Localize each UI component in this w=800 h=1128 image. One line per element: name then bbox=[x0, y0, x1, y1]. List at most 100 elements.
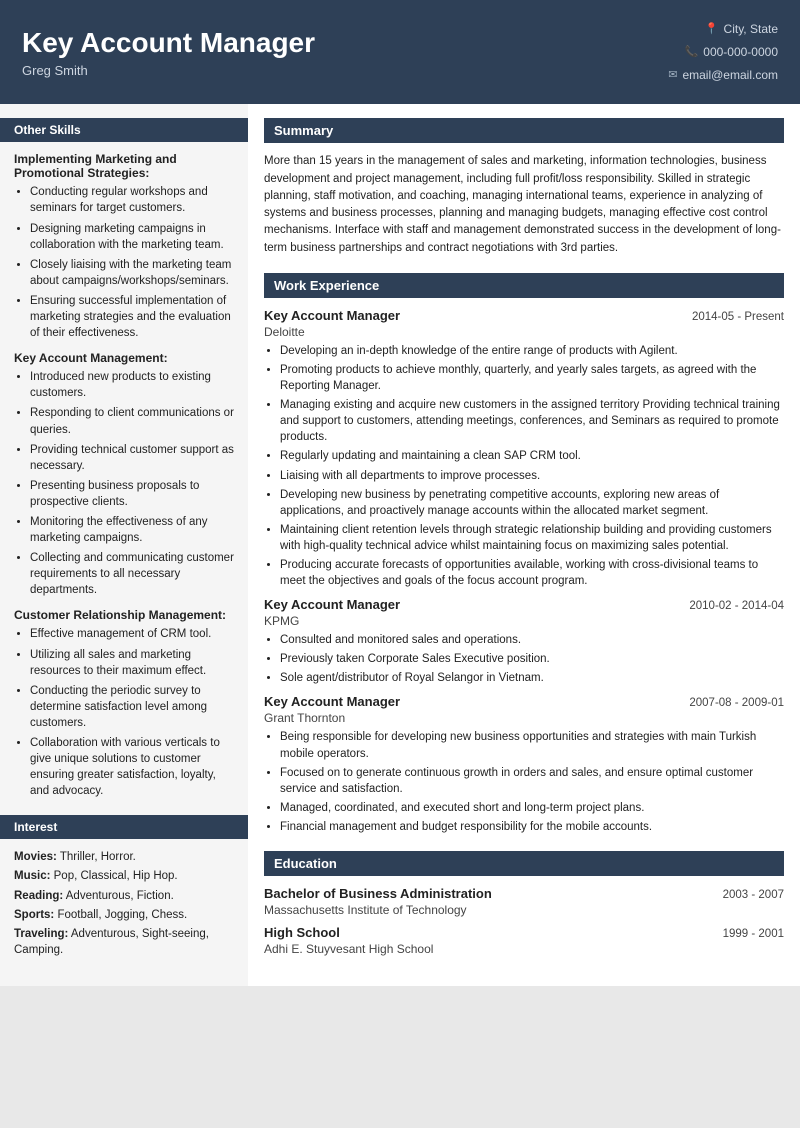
list-item: Focused on to generate continuous growth… bbox=[280, 765, 784, 797]
list-item: Ensuring successful implementation of ma… bbox=[30, 293, 234, 341]
interest-reading-value: Adventurous, Fiction. bbox=[66, 890, 174, 902]
skills-section2-title: Key Account Management: bbox=[14, 351, 234, 365]
job-1-dates: 2014-05 - Present bbox=[692, 311, 784, 323]
job-3-dates: 2007-08 - 2009-01 bbox=[689, 697, 784, 709]
summary-text: More than 15 years in the management of … bbox=[264, 153, 784, 257]
list-item: Providing technical customer support as … bbox=[30, 442, 234, 474]
interest-movies-value: Thriller, Horror. bbox=[60, 851, 136, 863]
interest-section: Interest Movies: Thriller, Horror. Music… bbox=[14, 815, 234, 958]
list-item: Collecting and communicating customer re… bbox=[30, 550, 234, 598]
job-2-dates: 2010-02 - 2014-04 bbox=[689, 600, 784, 612]
interest-music-label: Music: bbox=[14, 870, 50, 882]
list-item: Liaising with all departments to improve… bbox=[280, 468, 784, 484]
job-2: Key Account Manager 2010-02 - 2014-04 KP… bbox=[264, 597, 784, 686]
list-item: Developing new business by penetrating c… bbox=[280, 487, 784, 519]
skills-section2-list: Introduced new products to existing cust… bbox=[30, 369, 234, 598]
list-item: Consulted and monitored sales and operat… bbox=[280, 632, 784, 648]
edu-1-header: Bachelor of Business Administration 2003… bbox=[264, 886, 784, 901]
list-item: Being responsible for developing new bus… bbox=[280, 729, 784, 761]
list-item: Previously taken Corporate Sales Executi… bbox=[280, 651, 784, 667]
education-section: Education Bachelor of Business Administr… bbox=[264, 851, 784, 956]
interest-traveling: Traveling: Adventurous, Sight-seeing, Ca… bbox=[14, 926, 234, 958]
location-icon: 📍 bbox=[705, 19, 719, 40]
list-item: Financial management and budget responsi… bbox=[280, 819, 784, 835]
list-item: Developing an in-depth knowledge of the … bbox=[280, 343, 784, 359]
list-item: Designing marketing campaigns in collabo… bbox=[30, 221, 234, 253]
list-item: Conducting the periodic survey to determ… bbox=[30, 683, 234, 731]
summary-section: Summary More than 15 years in the manage… bbox=[264, 118, 784, 257]
header-phone: 📞 000-000-0000 bbox=[668, 41, 778, 64]
skills-title: Other Skills bbox=[0, 118, 248, 142]
work-title: Work Experience bbox=[264, 273, 784, 298]
list-item: Collaboration with various verticals to … bbox=[30, 735, 234, 799]
interest-music-value: Pop, Classical, Hip Hop. bbox=[54, 870, 178, 882]
header-subname: Greg Smith bbox=[22, 63, 315, 78]
email-icon: ✉ bbox=[668, 65, 677, 86]
job-3-title: Key Account Manager bbox=[264, 694, 400, 709]
header-contact: 📍 City, State 📞 000-000-0000 ✉ email@ema… bbox=[668, 18, 778, 86]
edu-2: High School 1999 - 2001 Adhi E. Stuyvesa… bbox=[264, 925, 784, 956]
list-item: Conducting regular workshops and seminar… bbox=[30, 184, 234, 216]
interest-movies: Movies: Thriller, Horror. bbox=[14, 849, 234, 865]
skills-section3-title: Customer Relationship Management: bbox=[14, 608, 234, 622]
interest-music: Music: Pop, Classical, Hip Hop. bbox=[14, 868, 234, 884]
job-1-company: Deloitte bbox=[264, 325, 784, 339]
list-item: Managing existing and acquire new custom… bbox=[280, 397, 784, 445]
header: Key Account Manager Greg Smith 📍 City, S… bbox=[0, 0, 800, 104]
list-item: Promoting products to achieve monthly, q… bbox=[280, 362, 784, 394]
job-3-list: Being responsible for developing new bus… bbox=[280, 729, 784, 835]
job-1: Key Account Manager 2014-05 - Present De… bbox=[264, 308, 784, 589]
main-body: Other Skills Implementing Marketing and … bbox=[0, 104, 800, 986]
list-item: Sole agent/distributor of Royal Selangor… bbox=[280, 670, 784, 686]
interest-sports-label: Sports: bbox=[14, 909, 54, 921]
edu-1-dates: 2003 - 2007 bbox=[723, 889, 784, 901]
list-item: Introduced new products to existing cust… bbox=[30, 369, 234, 401]
edu-1-degree: Bachelor of Business Administration bbox=[264, 886, 492, 901]
interest-traveling-label: Traveling: bbox=[14, 928, 68, 940]
job-3-company: Grant Thornton bbox=[264, 711, 784, 725]
edu-1: Bachelor of Business Administration 2003… bbox=[264, 886, 784, 917]
job-1-list: Developing an in-depth knowledge of the … bbox=[280, 343, 784, 589]
work-section: Work Experience Key Account Manager 2014… bbox=[264, 273, 784, 835]
education-title: Education bbox=[264, 851, 784, 876]
job-2-company: KPMG bbox=[264, 614, 784, 628]
skills-section: Other Skills Implementing Marketing and … bbox=[14, 118, 234, 799]
list-item: Utilizing all sales and marketing resour… bbox=[30, 647, 234, 679]
job-3: Key Account Manager 2007-08 - 2009-01 Gr… bbox=[264, 694, 784, 835]
skills-section1-list: Conducting regular workshops and seminar… bbox=[30, 184, 234, 341]
interest-sports: Sports: Football, Jogging, Chess. bbox=[14, 907, 234, 923]
interest-title: Interest bbox=[0, 815, 248, 839]
list-item: Presenting business proposals to prospec… bbox=[30, 478, 234, 510]
header-email: ✉ email@email.com bbox=[668, 64, 778, 87]
job-3-header: Key Account Manager 2007-08 - 2009-01 bbox=[264, 694, 784, 709]
job-1-header: Key Account Manager 2014-05 - Present bbox=[264, 308, 784, 323]
job-2-title: Key Account Manager bbox=[264, 597, 400, 612]
list-item: Closely liaising with the marketing team… bbox=[30, 257, 234, 289]
interest-sports-value: Football, Jogging, Chess. bbox=[57, 909, 187, 921]
edu-1-school: Massachusetts Institute of Technology bbox=[264, 903, 784, 917]
right-column: Summary More than 15 years in the manage… bbox=[248, 104, 800, 986]
list-item: Maintaining client retention levels thro… bbox=[280, 522, 784, 554]
edu-2-header: High School 1999 - 2001 bbox=[264, 925, 784, 940]
list-item: Regularly updating and maintaining a cle… bbox=[280, 448, 784, 464]
job-2-list: Consulted and monitored sales and operat… bbox=[280, 632, 784, 686]
header-name: Key Account Manager bbox=[22, 26, 315, 60]
list-item: Producing accurate forecasts of opportun… bbox=[280, 557, 784, 589]
skills-section3-list: Effective management of CRM tool. Utiliz… bbox=[30, 626, 234, 799]
header-location: 📍 City, State bbox=[668, 18, 778, 41]
list-item: Responding to client communications or q… bbox=[30, 405, 234, 437]
phone-icon: 📞 bbox=[685, 42, 699, 63]
interest-reading-label: Reading: bbox=[14, 890, 63, 902]
skills-section1-title: Implementing Marketing and Promotional S… bbox=[14, 152, 234, 180]
edu-2-dates: 1999 - 2001 bbox=[723, 928, 784, 940]
list-item: Effective management of CRM tool. bbox=[30, 626, 234, 642]
interest-movies-label: Movies: bbox=[14, 851, 57, 863]
job-2-header: Key Account Manager 2010-02 - 2014-04 bbox=[264, 597, 784, 612]
left-column: Other Skills Implementing Marketing and … bbox=[0, 104, 248, 986]
list-item: Managed, coordinated, and executed short… bbox=[280, 800, 784, 816]
edu-2-degree: High School bbox=[264, 925, 340, 940]
interest-reading: Reading: Adventurous, Fiction. bbox=[14, 888, 234, 904]
edu-2-school: Adhi E. Stuyvesant High School bbox=[264, 942, 784, 956]
summary-title: Summary bbox=[264, 118, 784, 143]
list-item: Monitoring the effectiveness of any mark… bbox=[30, 514, 234, 546]
